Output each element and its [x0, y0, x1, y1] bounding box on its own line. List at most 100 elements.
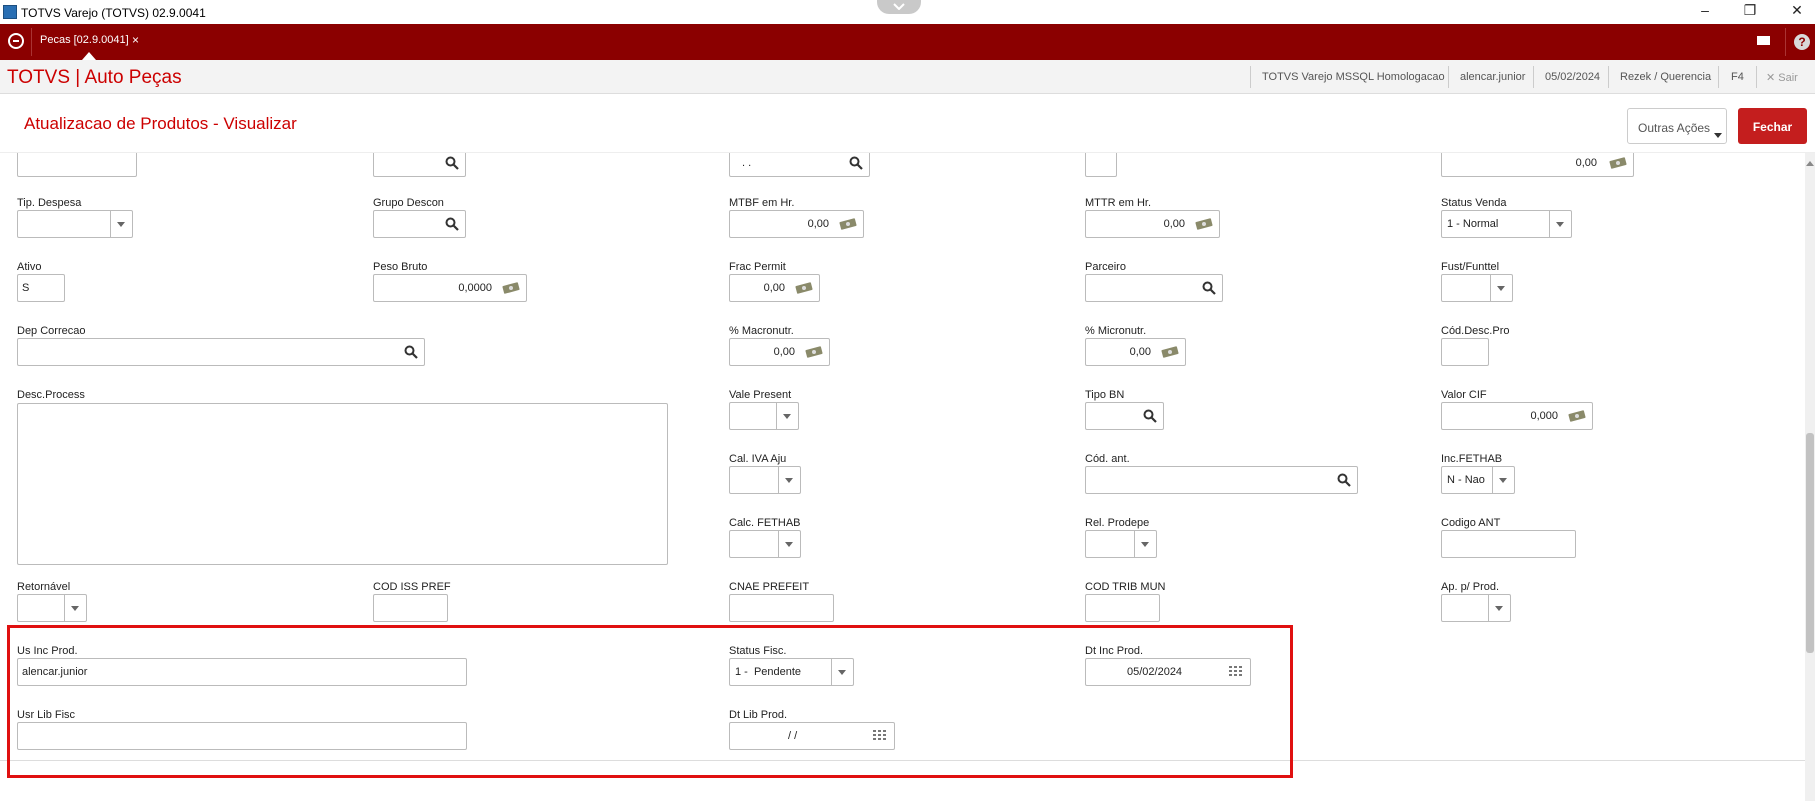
cal-iva-aju-label: Cal. IVA Aju: [729, 453, 787, 465]
inc-fethab-label: Inc.FETHAB: [1441, 453, 1503, 465]
partial-field-3[interactable]: . .: [729, 153, 870, 177]
search-icon[interactable]: [445, 156, 459, 170]
money-icon[interactable]: [1568, 410, 1586, 422]
tip-despesa-label: Tip. Despesa: [17, 197, 82, 209]
app-header: TOTVS | Auto Peças TOTVS Varejo MSSQL Ho…: [0, 60, 1815, 94]
rel-prodepe-select[interactable]: [1085, 530, 1157, 558]
minimize-button[interactable]: –: [1690, 2, 1720, 18]
money-icon[interactable]: [502, 282, 520, 294]
inc-fethab-select[interactable]: N - Nao: [1441, 466, 1515, 494]
ap-p-prod-select[interactable]: [1441, 594, 1511, 622]
partial-field-4[interactable]: [1085, 153, 1117, 177]
chevron-down-icon[interactable]: [110, 211, 132, 237]
codigo-ant-label: Codigo ANT: [1441, 517, 1501, 529]
valor-cif-label: Valor CIF: [1441, 389, 1487, 401]
dep-correcao-input[interactable]: [17, 338, 425, 366]
money-icon[interactable]: [805, 346, 823, 358]
exit-button[interactable]: ✕ Sair: [1766, 71, 1798, 84]
vale-present-select[interactable]: [729, 402, 799, 430]
tipo-bn-label: Tipo BN: [1085, 389, 1125, 401]
chevron-down-icon[interactable]: [1549, 211, 1571, 237]
date-label: 05/02/2024: [1545, 71, 1601, 83]
divider: [31, 28, 32, 56]
status-venda-select[interactable]: 1 - Normal: [1441, 210, 1572, 238]
micronutr-value: 0,00: [1129, 346, 1151, 358]
search-icon[interactable]: [404, 345, 418, 359]
tipo-bn-input[interactable]: [1085, 402, 1164, 430]
restore-button[interactable]: ❐: [1735, 2, 1765, 19]
valor-cif-input[interactable]: 0,000: [1441, 402, 1593, 430]
search-icon[interactable]: [849, 156, 863, 170]
fust-funttel-select[interactable]: [1441, 274, 1513, 302]
micronutr-input[interactable]: 0,00: [1085, 338, 1186, 366]
money-icon[interactable]: [1195, 218, 1213, 230]
vertical-scrollbar[interactable]: [1805, 153, 1815, 801]
search-icon[interactable]: [445, 217, 459, 231]
other-actions-label: Outras Ações: [1638, 121, 1711, 135]
environment-label: TOTVS Varejo MSSQL Homologacao: [1262, 71, 1445, 83]
highlight-box: [7, 625, 1293, 778]
chevron-down-icon[interactable]: [1490, 275, 1512, 301]
mtbf-label: MTBF em Hr.: [729, 197, 795, 209]
calc-fethab-select[interactable]: [729, 530, 801, 558]
desc-process-textarea[interactable]: [17, 403, 668, 565]
chevron-down-icon[interactable]: [1492, 467, 1514, 493]
money-icon[interactable]: [795, 282, 813, 294]
mttr-input[interactable]: 0,00: [1085, 210, 1220, 238]
chevron-down-icon[interactable]: [1488, 595, 1510, 621]
money-icon[interactable]: [1161, 346, 1179, 358]
retornavel-select[interactable]: [17, 594, 87, 622]
chevron-down-icon[interactable]: [64, 595, 86, 621]
user-label: alencar.junior: [1460, 71, 1526, 83]
close-label: Fechar: [1752, 120, 1793, 134]
inc-fethab-value: N - Nao: [1447, 474, 1485, 486]
chevron-down-icon[interactable]: [776, 403, 798, 429]
close-window-button[interactable]: ✕: [1782, 2, 1812, 19]
partial-field-5[interactable]: 0,00: [1441, 153, 1634, 177]
money-icon[interactable]: [1609, 157, 1627, 169]
search-icon[interactable]: [1337, 473, 1351, 487]
codigo-ant-input[interactable]: [1441, 530, 1576, 558]
tab-pecas[interactable]: Pecas [02.9.0041]: [40, 34, 129, 46]
search-icon[interactable]: [1202, 281, 1216, 295]
valor-cif-value: 0,000: [1530, 410, 1558, 422]
grupo-descon-label: Grupo Descon: [373, 197, 444, 209]
search-icon[interactable]: [1143, 409, 1157, 423]
ativo-input[interactable]: S: [17, 274, 65, 302]
collapse-handle[interactable]: [877, 0, 921, 14]
cod-trib-mun-input[interactable]: [1085, 594, 1160, 622]
home-icon[interactable]: [8, 33, 24, 49]
scrollbar-thumb[interactable]: [1806, 433, 1814, 653]
parceiro-input[interactable]: [1085, 274, 1223, 302]
partial-field-2[interactable]: [373, 153, 466, 177]
peso-bruto-input[interactable]: 0,0000: [373, 274, 527, 302]
cnae-prefeit-input[interactable]: [729, 594, 834, 622]
other-actions-button[interactable]: Outras Ações: [1627, 108, 1727, 144]
cod-ant-input[interactable]: [1085, 466, 1358, 494]
branch-label[interactable]: Rezek / Querencia: [1620, 71, 1711, 83]
tip-despesa-select[interactable]: [17, 210, 133, 238]
partial-field-3-value: . .: [742, 157, 752, 169]
page-title: Atualizacao de Produtos - Visualizar: [24, 114, 297, 133]
macronutr-input[interactable]: 0,00: [729, 338, 830, 366]
tab-close-icon[interactable]: ×: [132, 33, 139, 47]
window-title-bar: TOTVS Varejo (TOTVS) 02.9.0041 – ❐ ✕: [0, 0, 1815, 25]
cod-iss-pref-input[interactable]: [373, 594, 448, 622]
help-icon[interactable]: ?: [1794, 34, 1810, 50]
chevron-down-icon[interactable]: [1134, 531, 1156, 557]
partial-field-1[interactable]: [17, 153, 137, 177]
chevron-down-icon[interactable]: [778, 531, 800, 557]
close-button[interactable]: Fechar: [1738, 108, 1807, 144]
cod-desc-pro-input[interactable]: [1441, 338, 1489, 366]
window-title: TOTVS Varejo (TOTVS) 02.9.0041: [21, 6, 206, 20]
mtbf-input[interactable]: 0,00: [729, 210, 864, 238]
cod-trib-mun-label: COD TRIB MUN: [1085, 581, 1166, 593]
mail-icon[interactable]: [1757, 36, 1770, 45]
money-icon[interactable]: [839, 218, 857, 230]
grupo-descon-input[interactable]: [373, 210, 466, 238]
cal-iva-aju-select[interactable]: [729, 466, 801, 494]
scroll-up-icon[interactable]: [1806, 161, 1814, 166]
exit-label: Sair: [1778, 72, 1798, 84]
chevron-down-icon[interactable]: [778, 467, 800, 493]
frac-permit-input[interactable]: 0,00: [729, 274, 820, 302]
